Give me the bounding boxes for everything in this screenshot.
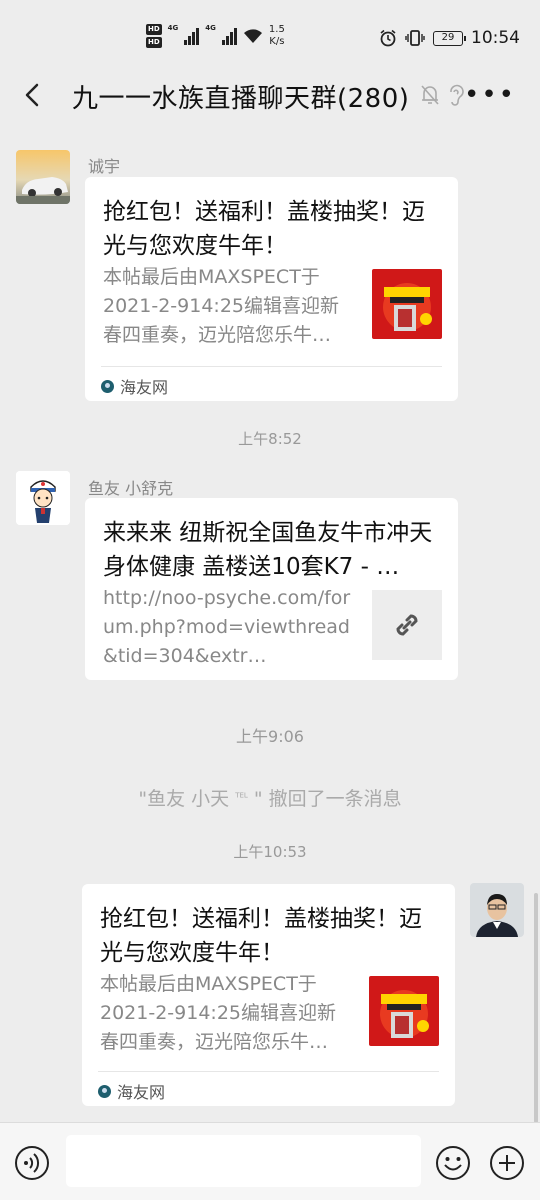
wifi-icon (243, 29, 262, 43)
shared-card-1[interactable]: 抢红包！送福利！盖楼抽奖！迈光与您欢度牛年！ 本帖最后由MAXSPECT于202… (85, 177, 458, 401)
red-envelope-image-icon (372, 269, 442, 339)
status-bar: HD HD 4G 4G 1.5 K/s 29 10:54 (0, 0, 540, 72)
alarm-icon (380, 29, 396, 47)
message-list[interactable]: 诚宇 抢红包！送福利！盖楼抽奖！迈光与您欢度牛年！ 本帖最后由MAXSPECT于… (0, 122, 540, 1122)
card-source: 海友网 (101, 374, 168, 398)
avatar-sender-1[interactable] (16, 150, 70, 204)
4g-icon: 4G (167, 24, 179, 32)
recall-notice: "鱼友 小天 TEL " 撤回了一条消息 (0, 784, 540, 811)
recall-suffix: " 撤回了一条消息 (253, 788, 402, 810)
status-right: 29 10:54 (379, 28, 520, 48)
shared-link-card[interactable]: 来来来 纽斯祝全国鱼友牛市冲天 身体健康 盖楼送10套K7 - … http:/… (85, 498, 458, 680)
status-left: HD HD 4G 4G 1.5 K/s (146, 24, 285, 48)
card-source: 海友网 (98, 1079, 165, 1103)
4g-icon-2: 4G (205, 24, 216, 32)
card-title: 抢红包！送福利！盖楼抽奖！迈光与您欢度牛年！ (100, 906, 422, 966)
man-portrait-avatar-icon (470, 883, 524, 937)
card-description: 本帖最后由MAXSPECT于2021-2-914:25编辑喜迎新春四重奏，迈光陪… (100, 973, 336, 1053)
card-thumbnail (369, 976, 439, 1046)
message-input[interactable] (66, 1135, 421, 1187)
network-speed-value: 1.5 (268, 24, 285, 35)
more-functions-button[interactable] (489, 1145, 525, 1181)
voice-input-button[interactable] (14, 1145, 50, 1181)
vibrate-icon (405, 30, 425, 46)
card-title: 抢红包！送福利！盖楼抽奖！迈光与您欢度牛年！ (103, 199, 425, 259)
back-button[interactable] (18, 80, 48, 110)
signal-icon-2 (221, 27, 237, 45)
hd-icon: HD HD (146, 24, 162, 48)
emoji-button[interactable] (435, 1145, 471, 1181)
recall-tag: TEL (235, 791, 248, 800)
source-logo-icon (101, 379, 114, 393)
chat-title: 九一一水族直播聊天群(280) (72, 84, 410, 114)
sender-name: 诚宇 (88, 157, 121, 176)
source-name: 海友网 (120, 378, 169, 397)
card-thumbnail (372, 269, 442, 339)
shared-card-self[interactable]: 抢红包！送福利！盖楼抽奖！迈光与您欢度牛年！ 本帖最后由MAXSPECT于202… (82, 884, 455, 1106)
mute-icon (421, 85, 439, 105)
link-icon (396, 614, 418, 636)
recall-prefix: "鱼友 小天 (138, 788, 230, 810)
input-bar (0, 1122, 540, 1200)
source-name: 海友网 (117, 1083, 166, 1102)
red-envelope-image-icon (369, 976, 439, 1046)
clock: 10:54 (471, 28, 520, 48)
card-description: http://noo-psyche.com/forum.php?mod=view… (103, 587, 351, 667)
card-divider (101, 366, 442, 367)
timestamp: 上午9:06 (236, 727, 304, 746)
network-speed-unit: K/s (269, 36, 285, 47)
network-speed: 1.5 K/s (269, 24, 285, 48)
source-logo-icon (98, 1084, 111, 1098)
chat-header: 九一一水族直播聊天群(280) ••• (0, 72, 540, 122)
timestamp: 上午10:53 (233, 843, 307, 861)
scrollbar[interactable] (534, 893, 538, 1123)
battery-icon: 29 (433, 30, 466, 46)
card-description: 本帖最后由MAXSPECT于2021-2-914:25编辑喜迎新春四重奏，迈光陪… (103, 266, 339, 346)
timestamp: 上午8:52 (238, 430, 302, 448)
police-cartoon-avatar-icon (16, 471, 70, 525)
more-options-button[interactable]: ••• (464, 80, 516, 110)
avatar-sender-2[interactable] (16, 471, 70, 525)
card-title: 来来来 纽斯祝全国鱼友牛市冲天 身体健康 盖楼送10套K7 - … (103, 520, 433, 580)
sender-name: 鱼友 小舒克 (88, 479, 174, 498)
card-divider (98, 1071, 439, 1072)
avatar-self[interactable] (470, 883, 524, 937)
car-photo-icon (16, 150, 70, 204)
link-thumbnail (372, 590, 442, 660)
signal-icon (184, 27, 200, 45)
